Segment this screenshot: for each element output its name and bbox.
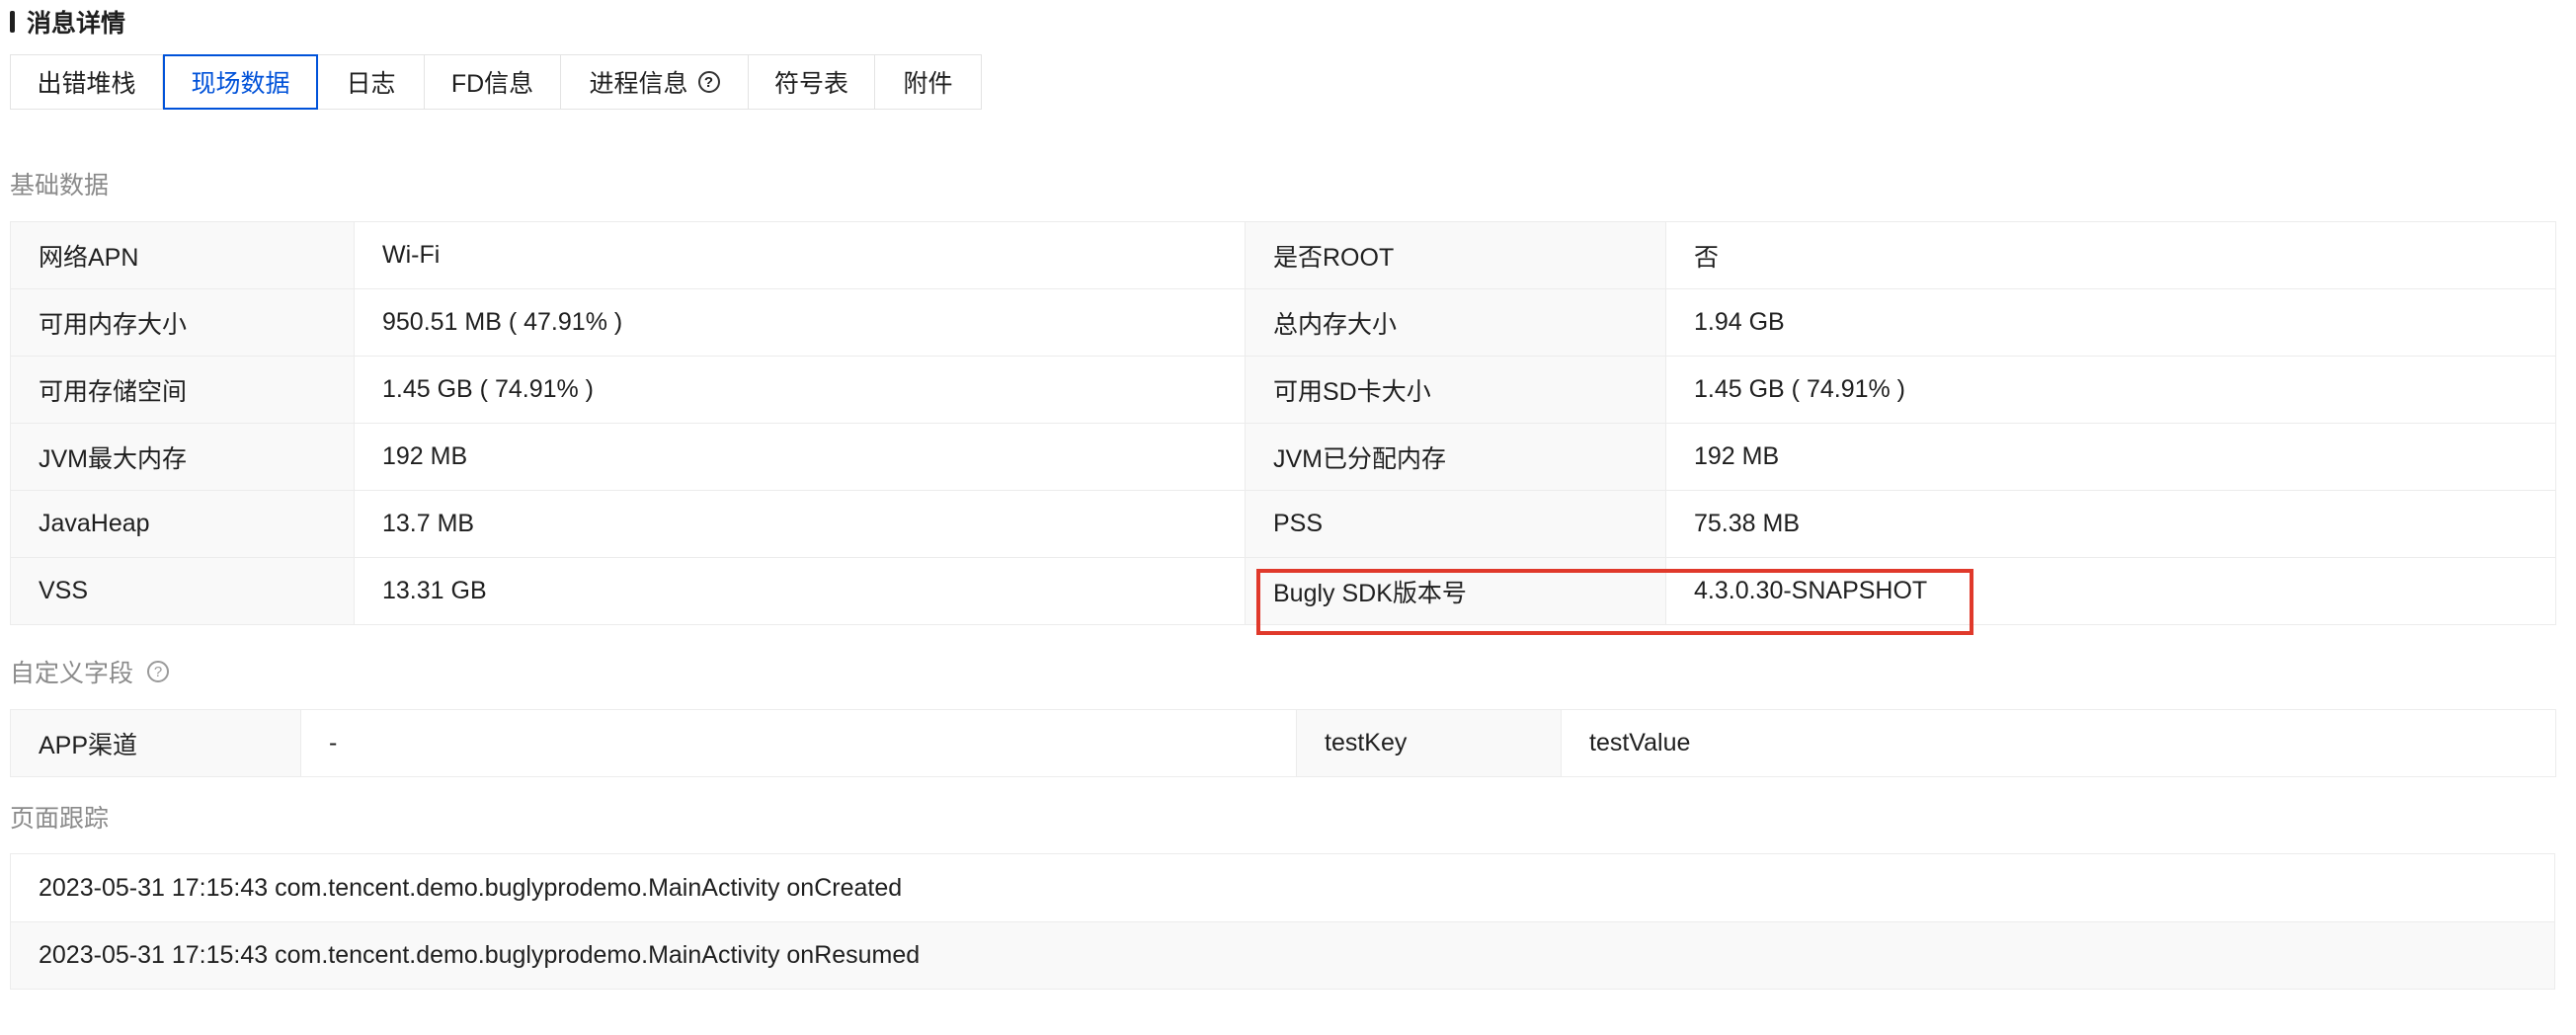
tab-field-data[interactable]: 现场数据 [163,54,318,110]
sdk-version-value: 4.3.0.30-SNAPSHOT [1665,557,2556,625]
field-key: 可用内存大小 [10,288,355,357]
field-value: Wi-Fi [354,221,1246,289]
field-key: 网络APN [10,221,355,289]
tab-label: 附件 [903,70,953,98]
table-row: JVM最大内存 192 MB JVM已分配内存 192 MB [10,423,2556,491]
field-value: 1.94 GB [1665,288,2556,357]
sdk-version-key: Bugly SDK版本号 [1245,557,1666,625]
field-value: 950.51 MB ( 47.91% ) [354,288,1246,357]
field-key: JVM最大内存 [10,423,355,491]
section-title-trace: 页面跟踪 [10,805,110,833]
tab-label: 日志 [346,70,396,98]
tab-label: 出错堆栈 [37,70,136,98]
field-value: 1.45 GB ( 74.91% ) [354,356,1246,424]
field-key: APP渠道 [10,709,301,777]
tab-fd-info[interactable]: FD信息 [425,54,561,110]
field-key: 可用存储空间 [10,356,355,424]
help-icon[interactable]: ? [697,71,720,93]
list-item: 2023-05-31 17:15:43 com.tencent.demo.bug… [11,921,2554,989]
field-key: 是否ROOT [1245,221,1666,289]
field-key: JavaHeap [10,490,355,558]
tab-bar: 出错堆栈 现场数据 日志 FD信息 进程信息 ? 符号表 附件 [10,54,982,112]
table-row: JavaHeap 13.7 MB PSS 75.38 MB [10,490,2556,558]
page-title: 消息详情 [27,10,126,38]
field-value: 否 [1665,221,2556,289]
field-value: 13.31 GB [354,557,1246,625]
custom-fields-table: APP渠道 - testKey testValue [10,709,2556,777]
field-value: 192 MB [1665,423,2556,491]
field-key: PSS [1245,490,1666,558]
field-value: testValue [1561,709,2556,777]
field-key: testKey [1296,709,1562,777]
section-title-label: 自定义字段 [10,660,134,687]
help-icon[interactable]: ? [147,661,170,682]
field-key: JVM已分配内存 [1245,423,1666,491]
table-row: 可用存储空间 1.45 GB ( 74.91% ) 可用SD卡大小 1.45 G… [10,356,2556,424]
tab-label: 现场数据 [191,70,290,98]
page-trace-list: 2023-05-31 17:15:43 com.tencent.demo.bug… [10,853,2555,990]
tab-process-info[interactable]: 进程信息 ? [561,54,749,110]
tab-label: FD信息 [450,70,534,98]
table-row: VSS 13.31 GB Bugly SDK版本号 4.3.0.30-SNAPS… [10,557,2556,625]
basic-data-table: 网络APN Wi-Fi 是否ROOT 否 可用内存大小 950.51 MB ( … [10,221,2556,625]
field-key: VSS [10,557,355,625]
field-value: 1.45 GB ( 74.91% ) [1665,356,2556,424]
field-value: 13.7 MB [354,490,1246,558]
field-key: 可用SD卡大小 [1245,356,1666,424]
table-row: 可用内存大小 950.51 MB ( 47.91% ) 总内存大小 1.94 G… [10,288,2556,357]
table-row: 网络APN Wi-Fi 是否ROOT 否 [10,221,2556,289]
page-header: 消息详情 [10,4,125,40]
field-key: 总内存大小 [1245,288,1666,357]
table-row: APP渠道 - testKey testValue [10,709,2556,777]
tab-log[interactable]: 日志 [318,54,425,110]
tab-stack[interactable]: 出错堆栈 [10,54,163,110]
field-value: 75.38 MB [1665,490,2556,558]
field-value: 192 MB [354,423,1246,491]
section-title-basic: 基础数据 [10,172,110,199]
tab-label: 进程信息 [589,70,688,98]
tab-label: 符号表 [774,70,849,98]
list-item: 2023-05-31 17:15:43 com.tencent.demo.bug… [39,873,903,902]
section-title-custom: 自定义字段 ? [10,654,170,689]
tab-attachments[interactable]: 附件 [875,54,982,110]
tab-symbol-table[interactable]: 符号表 [749,54,875,110]
header-accent-bar [10,11,15,33]
field-value: - [300,709,1297,777]
